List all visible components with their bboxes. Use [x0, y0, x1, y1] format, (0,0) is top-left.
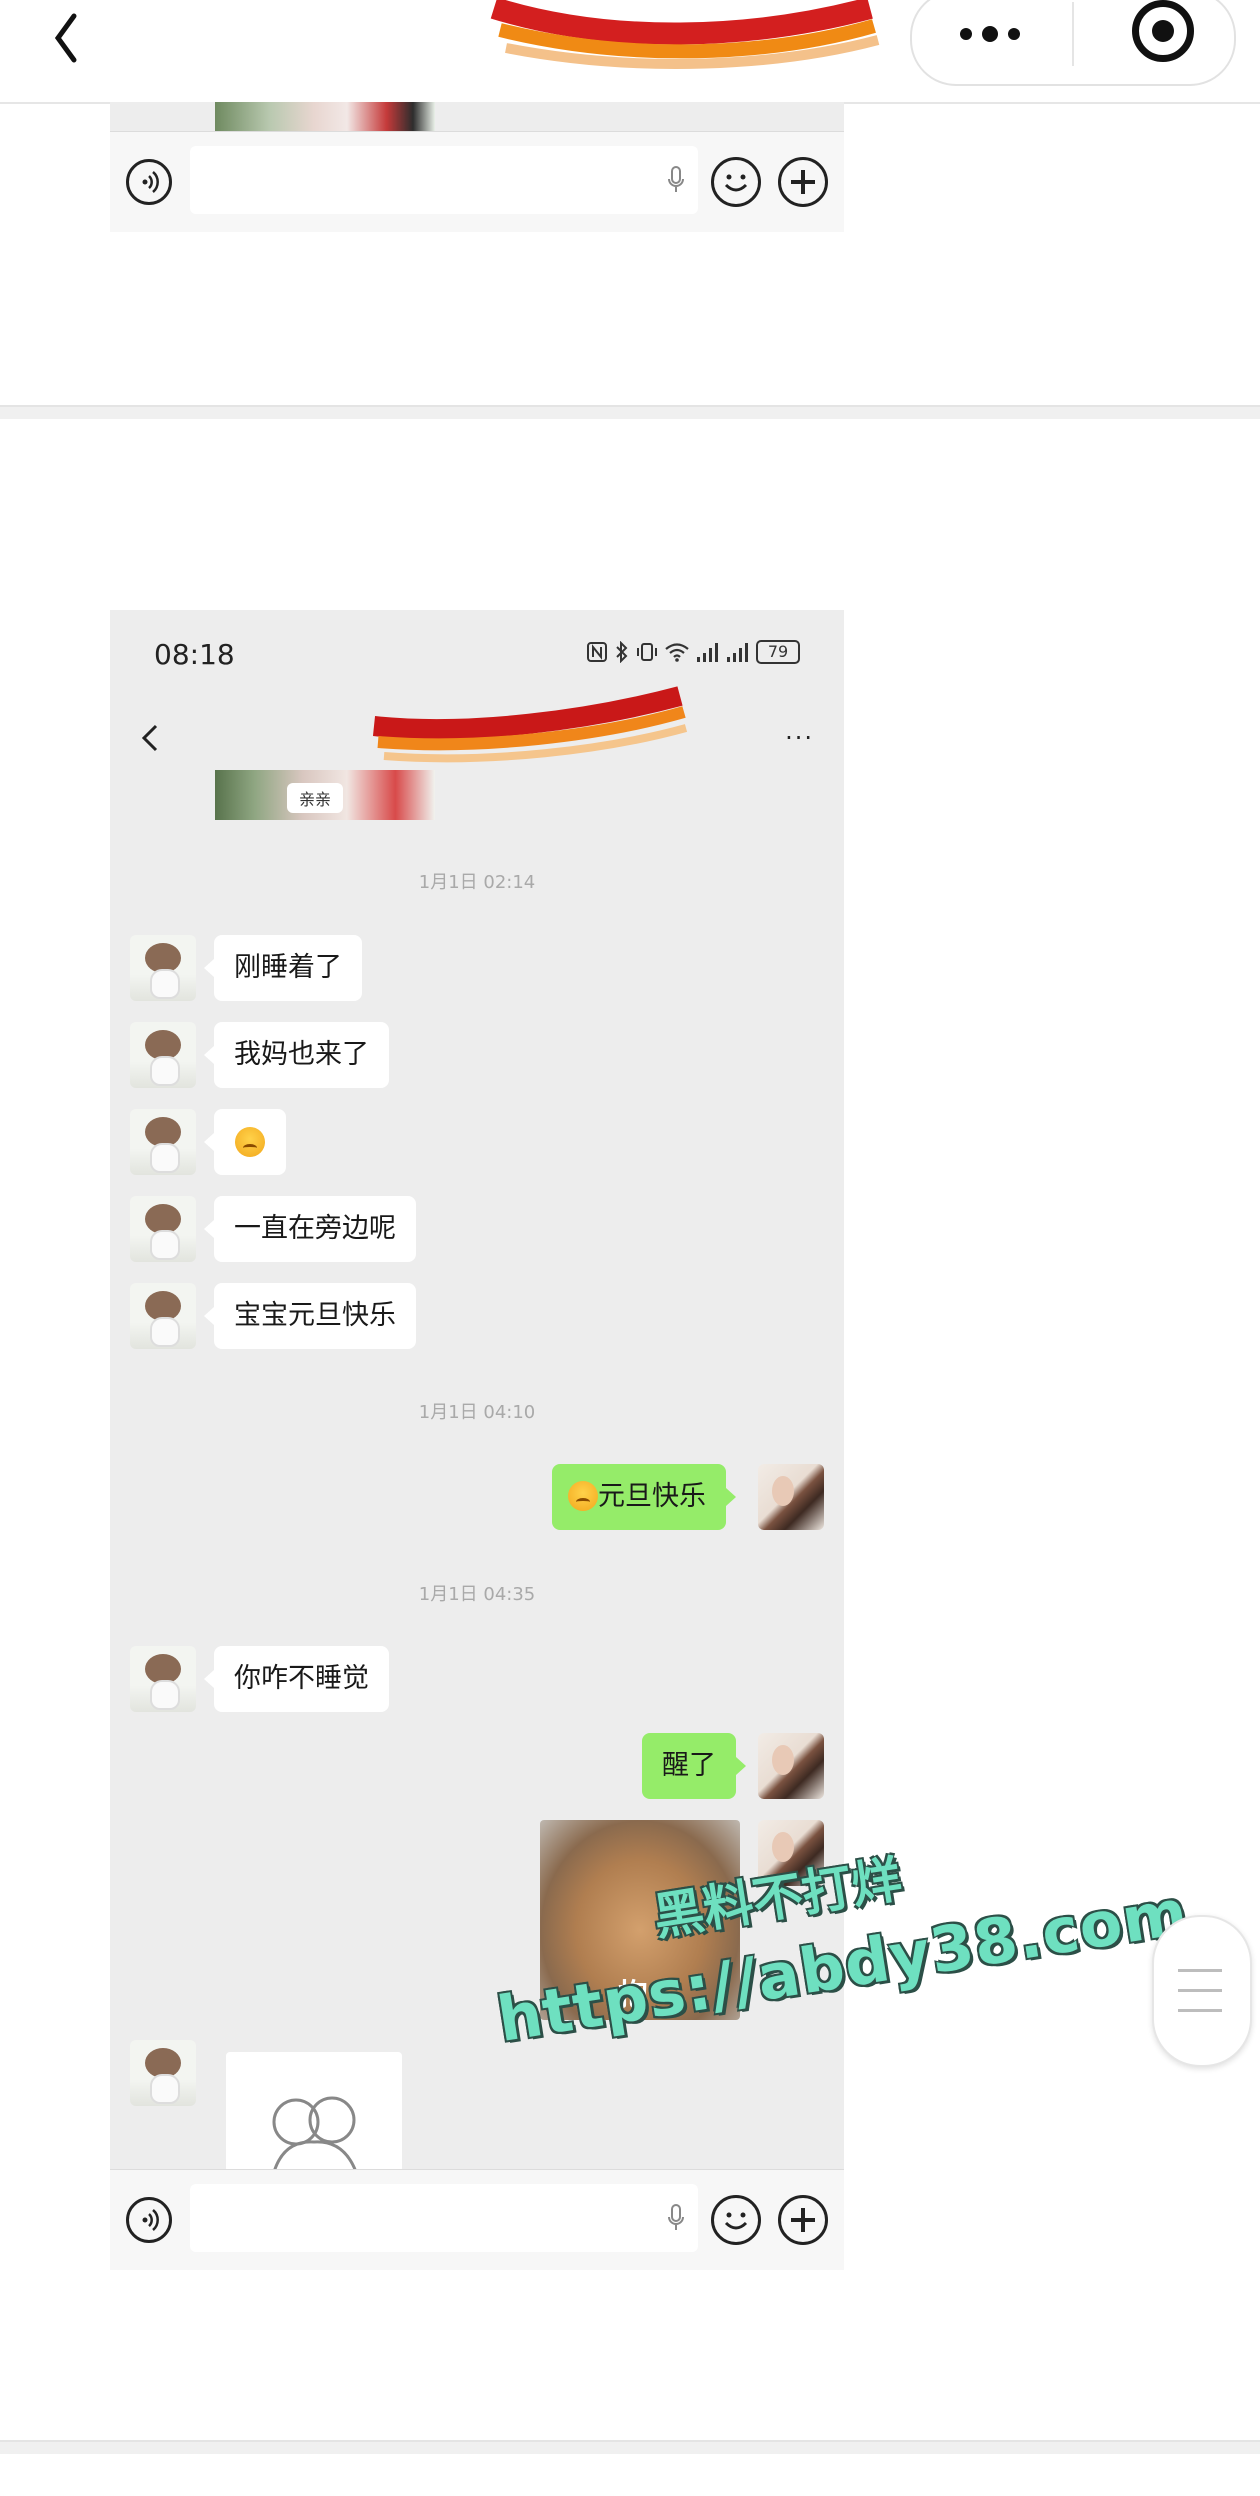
wifi-icon — [665, 643, 689, 662]
photo-thumbnail[interactable]: 亲亲 — [215, 770, 435, 820]
contact-avatar[interactable] — [130, 1022, 196, 1088]
emoji-icon[interactable] — [711, 2195, 761, 2245]
incoming-message[interactable]: 我妈也来了 — [204, 1022, 389, 1088]
incoming-message[interactable]: 刚睡着了 — [204, 935, 362, 1001]
signal-icon — [697, 643, 718, 662]
hug-bears-drawing — [272, 2096, 358, 2172]
mic-icon[interactable] — [668, 166, 684, 194]
voice-icon[interactable] — [126, 2197, 172, 2243]
incoming-message[interactable]: 宝宝元旦快乐 — [204, 1283, 416, 1349]
timestamp: 1月1日 04:35 — [418, 1584, 536, 1605]
capsule-menu — [910, 0, 1236, 86]
outgoing-message-text: 元旦快乐 — [598, 1481, 706, 1512]
battery-icon: 79 — [756, 640, 800, 664]
top-bar — [0, 0, 1260, 104]
outgoing-message[interactable]: 醒了 — [642, 1733, 746, 1799]
redaction-scribble-2 — [372, 686, 688, 763]
message-input[interactable] — [190, 146, 698, 214]
back-icon[interactable] — [36, 6, 96, 66]
chat-input-bar — [110, 2169, 844, 2270]
chat-screenshot-1 — [110, 102, 844, 232]
more-dots-icon[interactable] — [912, 0, 1072, 76]
contact-avatar[interactable] — [130, 1283, 196, 1349]
chat-screenshot-2: 08:18 79 ··· 亲亲 1月1日 02:14 刚睡着了 我妈也来了 一直… — [110, 610, 844, 2270]
signal-icon-2 — [727, 643, 748, 662]
nfc-icon — [587, 642, 607, 662]
emoji-icon — [568, 1480, 598, 1511]
outgoing-message[interactable]: 元旦快乐 — [552, 1464, 736, 1530]
contact-avatar[interactable] — [130, 2040, 196, 2106]
contact-avatar[interactable] — [130, 935, 196, 1001]
target-close-icon[interactable] — [1132, 0, 1194, 62]
emoji-icon[interactable] — [711, 157, 761, 207]
contact-avatar[interactable] — [130, 1196, 196, 1262]
mic-icon[interactable] — [668, 2204, 684, 2232]
my-avatar[interactable] — [758, 1464, 824, 1530]
contact-avatar[interactable] — [130, 1109, 196, 1175]
timestamp: 1月1日 04:10 — [418, 1402, 536, 1423]
section-divider — [0, 405, 1260, 419]
section-divider — [0, 2440, 1260, 2454]
message-input[interactable] — [190, 2184, 698, 2252]
hug-sticker[interactable] — [226, 2052, 402, 2172]
floating-menu-button[interactable] — [1152, 1915, 1252, 2067]
incoming-message[interactable]: 一直在旁边呢 — [204, 1196, 416, 1262]
incoming-message[interactable]: 你咋不睡觉 — [204, 1646, 389, 1712]
plus-icon[interactable] — [778, 157, 828, 207]
timestamp: 1月1日 02:14 — [418, 872, 536, 893]
capsule-divider — [1072, 2, 1074, 66]
my-avatar[interactable] — [758, 1733, 824, 1799]
status-time: 08:18 — [154, 638, 235, 671]
bluetooth-icon — [616, 641, 628, 663]
plus-icon[interactable] — [778, 2195, 828, 2245]
more-icon[interactable]: ··· — [785, 724, 814, 752]
photo-tag: 亲亲 — [287, 783, 344, 813]
redaction-scribble — [490, 0, 880, 69]
vibrate-icon — [637, 643, 657, 661]
voice-icon[interactable] — [126, 159, 172, 205]
incoming-emoji-message[interactable] — [204, 1109, 286, 1175]
chat-input-bar — [110, 131, 844, 232]
status-icons: 79 — [586, 640, 800, 664]
chevron-left-icon[interactable] — [138, 722, 162, 754]
contact-avatar[interactable] — [130, 1646, 196, 1712]
emoji-icon — [235, 1127, 265, 1157]
